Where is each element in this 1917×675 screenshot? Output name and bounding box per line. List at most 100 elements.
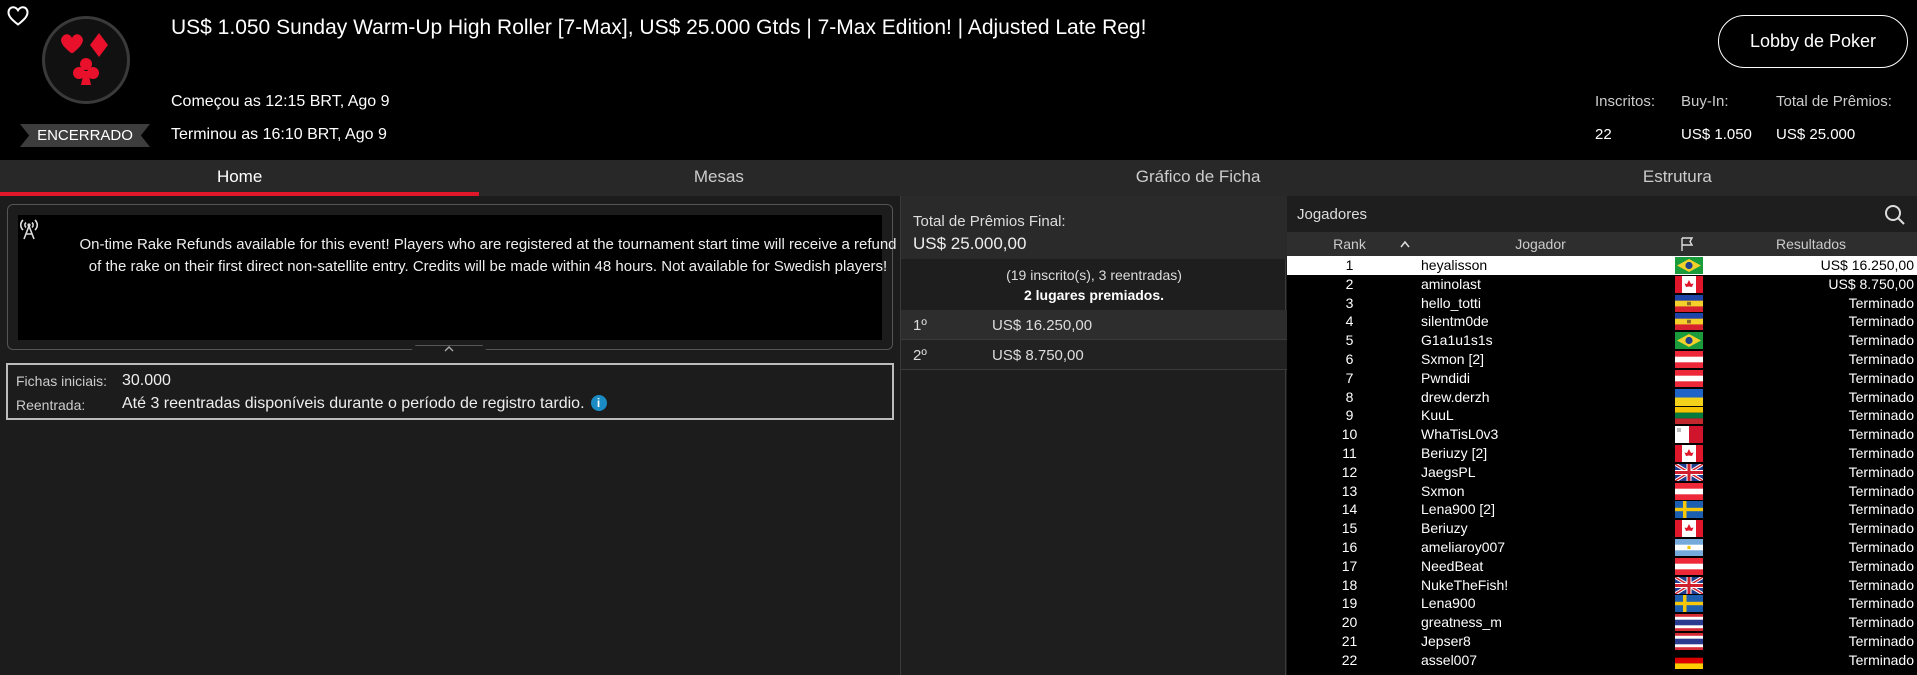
player-result: Terminado [1848,482,1914,499]
player-rank: 17 [1341,557,1358,574]
player-row[interactable]: 13 Sxmon Terminado [1287,482,1917,501]
tournament-lobby-window: ENCERRADO US$ 1.050 Sunday Warm-Up High … [0,0,1917,675]
player-rank: 22 [1341,651,1358,668]
tab-home[interactable]: Home [0,160,480,196]
player-rank: 14 [1341,501,1358,518]
player-name: JaegsPL [1421,463,1476,480]
player-row[interactable]: 7 Pwndidi Terminado [1287,369,1917,388]
favorite-heart-icon[interactable] [6,4,30,28]
country-flag-icon [1675,313,1703,331]
flag-column-icon[interactable] [1679,236,1695,252]
player-name: WhaTisL0v3 [1421,426,1499,443]
start-time: Começou as 12:15 BRT, Ago 9 [171,93,390,110]
player-rank: 11 [1342,445,1357,461]
prize-pool-value: US$ 25.000 [1776,126,1856,143]
players-header: Jogadores [1287,196,1917,232]
entries-label: Inscritos: [1595,93,1656,110]
rank-column-header[interactable]: Rank [1287,236,1412,252]
player-row[interactable]: 1 heyalisson US$ 16.250,00 [1287,256,1917,275]
notice-box: On-time Rake Refunds available for this … [18,215,897,340]
tab-chip-graph[interactable]: Gráfico de Ficha [959,160,1438,196]
starting-chips-value: 30.000 [122,372,171,389]
buyin-value: US$ 1.050 [1681,126,1752,143]
tab-structure[interactable]: Estrutura [1438,160,1917,196]
player-row[interactable]: 5 G1a1u1s1s Terminado [1287,331,1917,350]
poker-lobby-button[interactable]: Lobby de Poker [1718,15,1908,68]
player-row[interactable]: 22 assel007 Terminado [1287,651,1917,670]
paid-places: 2 lugares premiados. [1023,287,1165,303]
player-result: Terminado [1848,539,1914,555]
country-flag-icon [1675,257,1703,274]
player-row[interactable]: 12 JaegsPL Terminado [1287,463,1917,482]
player-result: Terminado [1848,351,1914,367]
player-name: G1a1u1s1s [1421,332,1493,349]
player-result: Terminado [1848,595,1914,612]
search-icon[interactable] [1883,203,1907,227]
country-flag-icon [1675,294,1703,312]
reentry-value: Até 3 reentradas disponíveis durante o p… [122,395,585,412]
player-result: Terminado [1848,445,1914,461]
player-row[interactable]: 6 Sxmon [2] Terminado [1287,350,1917,369]
player-result: US$ 8.750,00 [1828,275,1914,292]
country-flag-icon [1675,275,1703,293]
player-row[interactable]: 11 Beriuzy [2] Terminado [1287,444,1917,463]
info-icon[interactable]: i [590,395,607,411]
country-flag-icon [1675,351,1703,368]
country-flag-icon [1675,576,1703,594]
player-result: Terminado [1848,633,1914,649]
country-flag-icon [1675,557,1703,575]
player-row[interactable]: 3 hello_totti Terminado [1287,294,1917,313]
player-rank: 18 [1341,576,1358,593]
player-name: Jepser8 [1421,633,1471,649]
player-result: Terminado [1848,576,1914,593]
player-result: Terminado [1848,557,1914,574]
country-flag-icon [1675,407,1703,425]
player-rank: 15 [1341,520,1358,537]
player-name: Beriuzy [1421,520,1468,537]
payout-position: 2º [913,347,927,364]
player-name: greatness_m [1421,614,1502,631]
player-rank: 1 [1345,257,1354,273]
player-row[interactable]: 20 greatness_m Terminado [1287,613,1917,632]
player-row[interactable]: 10 WhaTisL0v3 Terminado [1287,425,1917,444]
player-row[interactable]: 21 Jepser8 Terminado [1287,632,1917,651]
tournament-header: ENCERRADO US$ 1.050 Sunday Warm-Up High … [0,0,1917,160]
country-flag-icon [1675,332,1703,350]
player-row[interactable]: 9 KuuL Terminado [1287,406,1917,425]
player-rank: 12 [1341,463,1358,480]
starting-chips-label: Fichas iniciais: [16,373,108,389]
player-row[interactable]: 4 silentm0de Terminado [1287,312,1917,331]
player-row[interactable]: 8 drew.derzh Terminado [1287,388,1917,407]
reentry-value-row: Até 3 reentradas disponíveis durante o p… [122,395,607,413]
player-row[interactable]: 19 Lena900 Terminado [1287,594,1917,613]
buyin-label: Buy-In: [1681,93,1729,110]
payout-amount: US$ 16.250,00 [992,317,1093,334]
players-title: Jogadores [1297,206,1368,223]
player-name: KuuL [1421,407,1454,424]
country-flag-icon [1675,463,1703,481]
player-row[interactable]: 15 Beriuzy Terminado [1287,519,1917,538]
player-row[interactable]: 14 Lena900 [2] Terminado [1287,500,1917,519]
tab-bar: Home Mesas Gráfico de Ficha Estrutura [0,160,1917,196]
player-name: Sxmon [1421,482,1465,499]
player-row[interactable]: 17 NeedBeat Terminado [1287,557,1917,576]
player-row[interactable]: 2 aminolast US$ 8.750,00 [1287,275,1917,294]
country-flag-icon [1675,445,1703,462]
player-row[interactable]: 16 ameliaroy007 Terminado [1287,538,1917,557]
player-result: Terminado [1848,388,1914,405]
player-result: Terminado [1848,614,1914,631]
player-column-header[interactable]: Jogador [1413,236,1668,252]
status-badge: ENCERRADO [20,124,150,147]
chevron-up-icon[interactable] [442,344,456,354]
player-name: Lena900 [2] [1421,501,1495,518]
sort-ascending-icon[interactable] [1399,239,1411,249]
country-flag-icon [1675,651,1703,669]
player-name: Beriuzy [2] [1421,445,1488,461]
country-flag-icon [1675,633,1703,650]
tab-tables[interactable]: Mesas [479,160,958,196]
country-flag-icon [1675,426,1703,444]
prize-panel: Total de Prêmios Final: US$ 25.000,00 (1… [900,196,1287,675]
player-row[interactable]: 18 NukeTheFish! Terminado [1287,576,1917,595]
result-column-header[interactable]: Resultados [1705,236,1917,252]
player-rank: 8 [1345,388,1354,405]
